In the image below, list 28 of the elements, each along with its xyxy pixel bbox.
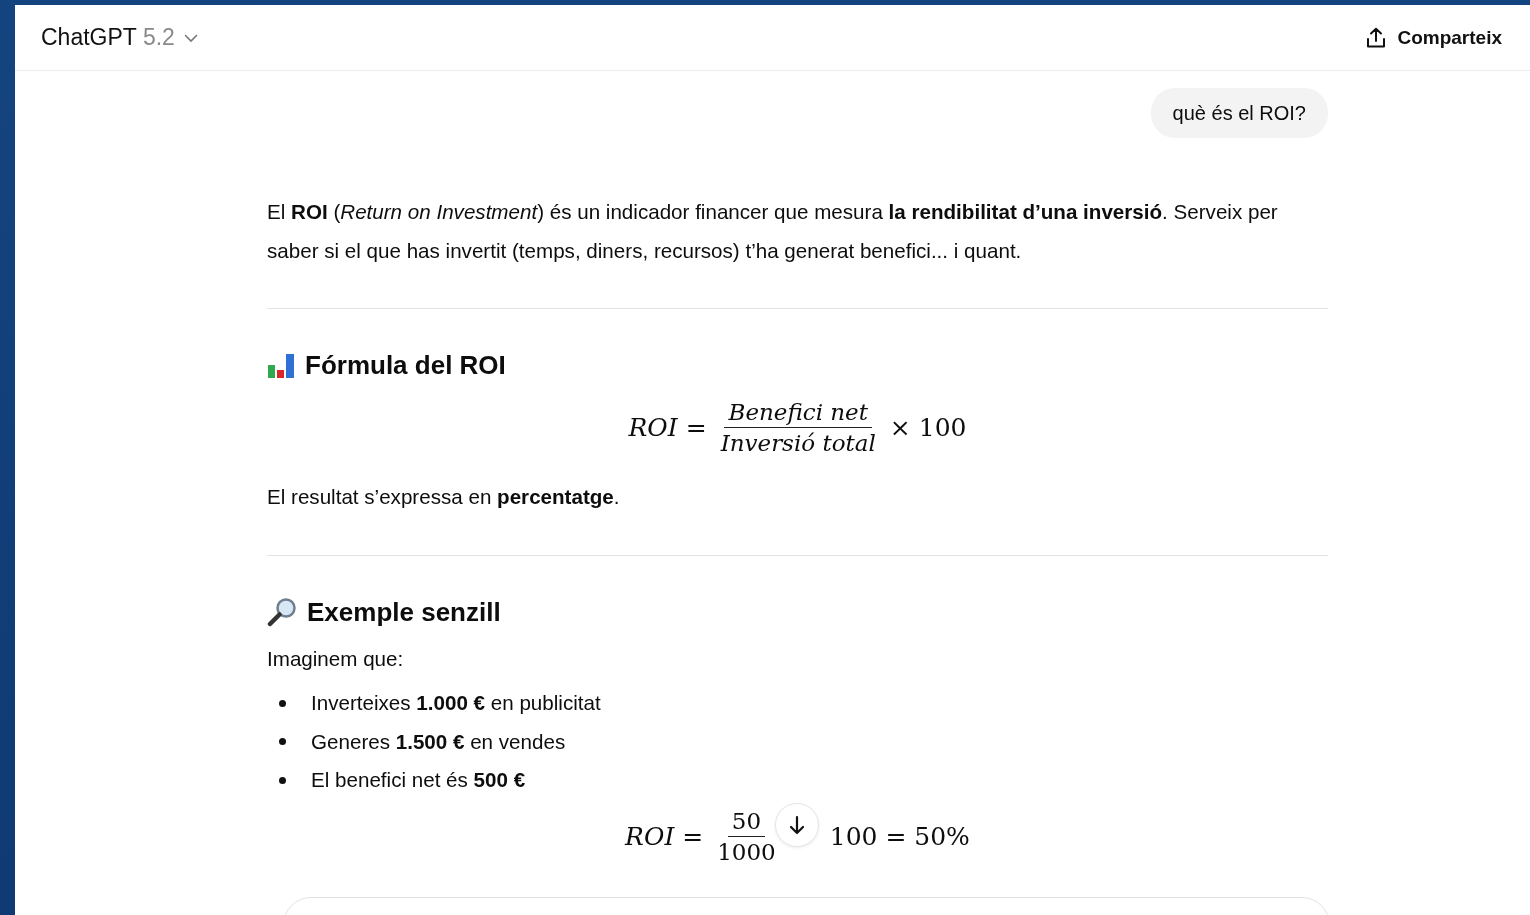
magnifier-icon <box>267 596 297 627</box>
formula-text: 100 = 50% <box>829 821 970 851</box>
response-paragraph: El resultat s’expressa en percentatge. <box>267 484 621 510</box>
fraction-numerator: Benefici net <box>724 399 872 428</box>
bullet-icon <box>279 738 286 746</box>
fraction-denominator: 1000 <box>716 837 777 865</box>
arrow-down-icon <box>789 814 805 835</box>
bar-chart-icon <box>267 351 295 379</box>
formula-text: ROI = <box>628 413 707 442</box>
bullet-icon <box>279 776 286 784</box>
scroll-down-button[interactable] <box>775 802 819 847</box>
response-paragraph: El ROI (Return on Investment) és un indicador financer que mesura la rendibilitat d’una inversió. Serveix per saber si el que has invertit (temps, diners, recursos) t’ha generat benefici... i quant. <box>267 199 1279 264</box>
list-item: Inverteixes 1.000 € en publicitat <box>311 690 601 716</box>
list-item: Generes 1.500 € en vendes <box>311 728 566 755</box>
fraction-denominator: Inversió total <box>719 429 877 456</box>
response-paragraph: Imaginem que: <box>267 645 405 672</box>
bullet-icon <box>279 699 286 707</box>
share-icon <box>1365 26 1388 49</box>
section-heading: Exemple senzill <box>307 595 501 629</box>
share-button[interactable]: Comparteix <box>1365 26 1502 49</box>
fraction-numerator: 50 <box>727 807 766 837</box>
formula-text: ROI = <box>625 821 704 851</box>
user-message: què és el ROI? <box>1150 88 1328 138</box>
section-heading: Fórmula del ROI <box>305 349 506 382</box>
chevron-down-icon <box>183 34 198 43</box>
formula-text: × 100 <box>889 413 967 442</box>
model-selector[interactable]: ChatGPT 5.2 <box>41 24 198 51</box>
list-item: El benefici net és 500 € <box>311 767 526 793</box>
